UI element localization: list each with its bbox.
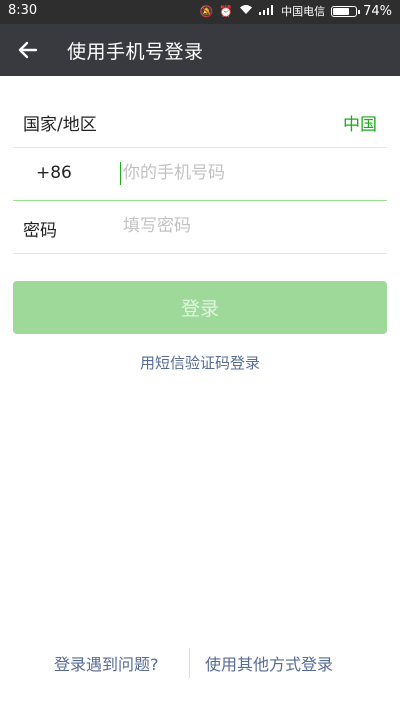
login-problem-link[interactable]: 登录遇到问题? (54, 651, 159, 675)
bottom-links: 登录遇到问题? 使用其他方式登录 (0, 648, 400, 678)
divider (189, 648, 190, 678)
text-cursor (120, 162, 121, 185)
region-value[interactable]: 中国 (343, 110, 377, 135)
back-arrow-icon (18, 41, 38, 59)
other-methods-link[interactable]: 使用其他方式登录 (205, 651, 333, 675)
alarm-icon: ⏰ (219, 4, 234, 18)
phone-row: +86 (13, 148, 387, 201)
battery-percent: 74% (363, 3, 392, 19)
region-row[interactable]: 国家/地区 中国 (13, 95, 387, 148)
signal-icon (259, 4, 275, 18)
region-label: 国家/地区 (23, 115, 97, 135)
battery-icon (331, 5, 361, 17)
carrier-name: 中国电信 (281, 5, 326, 18)
mute-icon: 🔕 (199, 4, 214, 18)
login-button[interactable]: 登录 (13, 281, 387, 334)
country-code[interactable]: +86 (36, 163, 72, 183)
wifi-icon (239, 4, 253, 18)
sms-login-link[interactable]: 用短信验证码登录 (0, 352, 400, 373)
page-title: 使用手机号登录 (67, 41, 204, 63)
password-input[interactable] (123, 212, 373, 240)
battery-fill (333, 7, 350, 15)
back-button[interactable] (12, 32, 44, 68)
password-label: 密码 (23, 221, 57, 241)
status-icons: 🔕 ⏰ 中国电信 74% (200, 3, 392, 19)
phone-input[interactable] (123, 159, 373, 187)
app-bar: 使用手机号登录 (0, 24, 400, 76)
status-time: 8:30 (8, 3, 38, 18)
password-row: 密码 (13, 201, 387, 254)
status-bar: 8:30 🔕 ⏰ 中国电信 74% (0, 0, 400, 24)
